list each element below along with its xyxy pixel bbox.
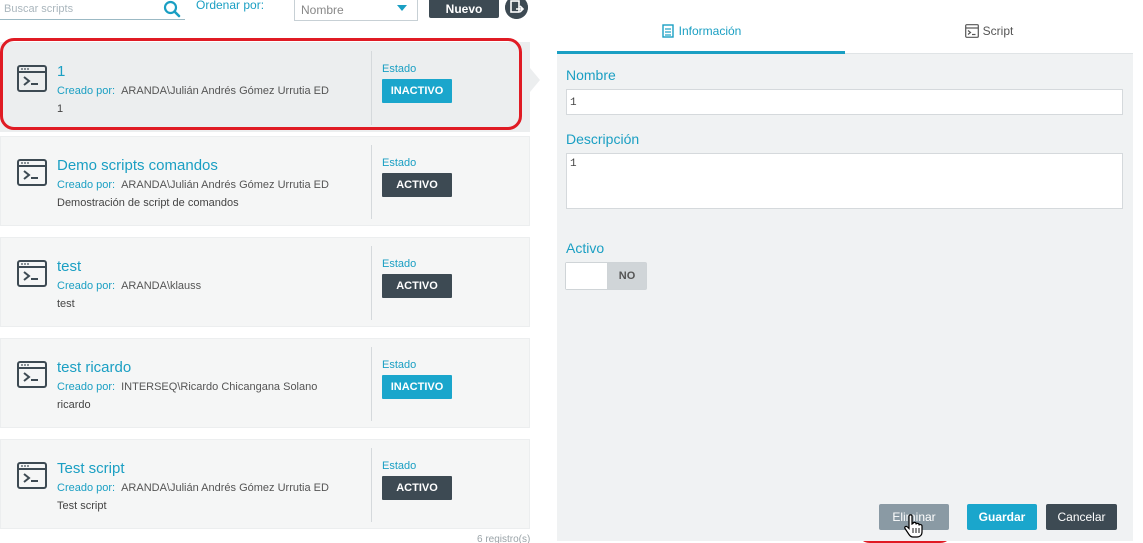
status-label: Estado: [382, 460, 417, 472]
terminal-icon: [17, 361, 47, 388]
status-label: Estado: [382, 258, 417, 270]
toggle-knob: [566, 263, 608, 289]
active-toggle[interactable]: NO: [565, 262, 647, 290]
search-input[interactable]: [4, 0, 159, 18]
created-by: Creado por: ARANDA\Julián Andrés Gómez Ur…: [57, 482, 329, 494]
hand-cursor-icon: [904, 514, 923, 538]
detail-tabs: Información Script: [557, 10, 1133, 54]
export-icon[interactable]: [505, 0, 528, 19]
terminal-icon: [17, 65, 47, 92]
status-label: Estado: [382, 359, 417, 371]
created-by: Creado por: INTERSEQ\Ricardo Chicangana S…: [57, 381, 318, 393]
status-badge: ACTIVO: [382, 274, 452, 298]
toggle-state: NO: [608, 263, 646, 289]
tab-script[interactable]: Script: [845, 10, 1133, 54]
status-label: Estado: [382, 63, 417, 75]
chevron-down-icon: [397, 5, 407, 11]
created-by: Creado por: ARANDA\Julián Andrés Gómez Ur…: [57, 179, 329, 191]
list-item[interactable]: test ricardo Creado por: INTERSEQ\Ricardo…: [0, 338, 530, 428]
name-label: Nombre: [566, 67, 616, 83]
save-button[interactable]: Guardar: [967, 504, 1037, 530]
script-title[interactable]: test ricardo: [57, 359, 131, 376]
list-item[interactable]: Test script Creado por: ARANDA\Julián And…: [0, 439, 530, 529]
record-count: 6 registro(s): [477, 534, 531, 543]
script-list: 1 Creado por: ARANDA\Julián Andrés Gómez …: [0, 34, 532, 543]
description-label: Descripción: [566, 131, 640, 147]
status-badge: INACTIVO: [382, 375, 452, 399]
new-script-button[interactable]: Nuevo: [429, 0, 499, 18]
description-field[interactable]: 1: [566, 153, 1123, 209]
script-title[interactable]: Test script: [57, 460, 125, 477]
script-title[interactable]: 1: [57, 63, 65, 80]
terminal-icon: [17, 260, 47, 287]
script-description: test: [57, 298, 75, 310]
script-description: Test script: [57, 500, 107, 512]
script-description: ricardo: [57, 399, 91, 411]
terminal-icon: [17, 462, 47, 489]
sort-label: Ordenar por:: [196, 0, 265, 12]
divider: [371, 448, 372, 522]
divider: [371, 347, 372, 421]
name-field[interactable]: 1: [566, 89, 1123, 115]
created-by: Creado por: ARANDA\Julián Andrés Gómez Ur…: [57, 85, 329, 97]
cancel-button[interactable]: Cancelar: [1046, 504, 1117, 530]
list-item[interactable]: 1 Creado por: ARANDA\Julián Andrés Gómez …: [0, 42, 530, 132]
created-by: Creado por: ARANDA\klauss: [57, 280, 202, 292]
search-box: [0, 0, 185, 20]
list-item[interactable]: test Creado por: ARANDA\klauss test Estad…: [0, 237, 530, 327]
sort-selected-value: Nombre: [301, 3, 344, 17]
status-label: Estado: [382, 157, 417, 169]
divider: [371, 246, 372, 320]
script-description: 1: [57, 103, 64, 115]
script-description: Demostración de script de comandos: [57, 197, 239, 209]
script-title[interactable]: Demo scripts comandos: [57, 157, 218, 174]
divider: [371, 145, 372, 219]
list-item[interactable]: Demo scripts comandos Creado por: ARANDA\…: [0, 136, 530, 226]
selection-pointer: [530, 68, 540, 92]
divider: [371, 51, 372, 125]
status-badge: INACTIVO: [382, 79, 452, 103]
detail-panel: Información Script Nombre 1 Descripción …: [557, 10, 1133, 541]
info-stack-icon: [661, 24, 674, 38]
status-badge: ACTIVO: [382, 173, 452, 197]
tab-informacion[interactable]: Información: [557, 10, 845, 54]
search-icon[interactable]: [163, 0, 181, 18]
sort-select[interactable]: Nombre: [294, 0, 418, 21]
terminal-icon: [964, 24, 979, 38]
script-title[interactable]: test: [57, 258, 81, 275]
terminal-icon: [17, 159, 47, 186]
active-label: Activo: [566, 240, 605, 256]
status-badge: ACTIVO: [382, 476, 452, 500]
list-toolbar: Ordenar por: Nombre Nuevo: [0, 0, 545, 22]
